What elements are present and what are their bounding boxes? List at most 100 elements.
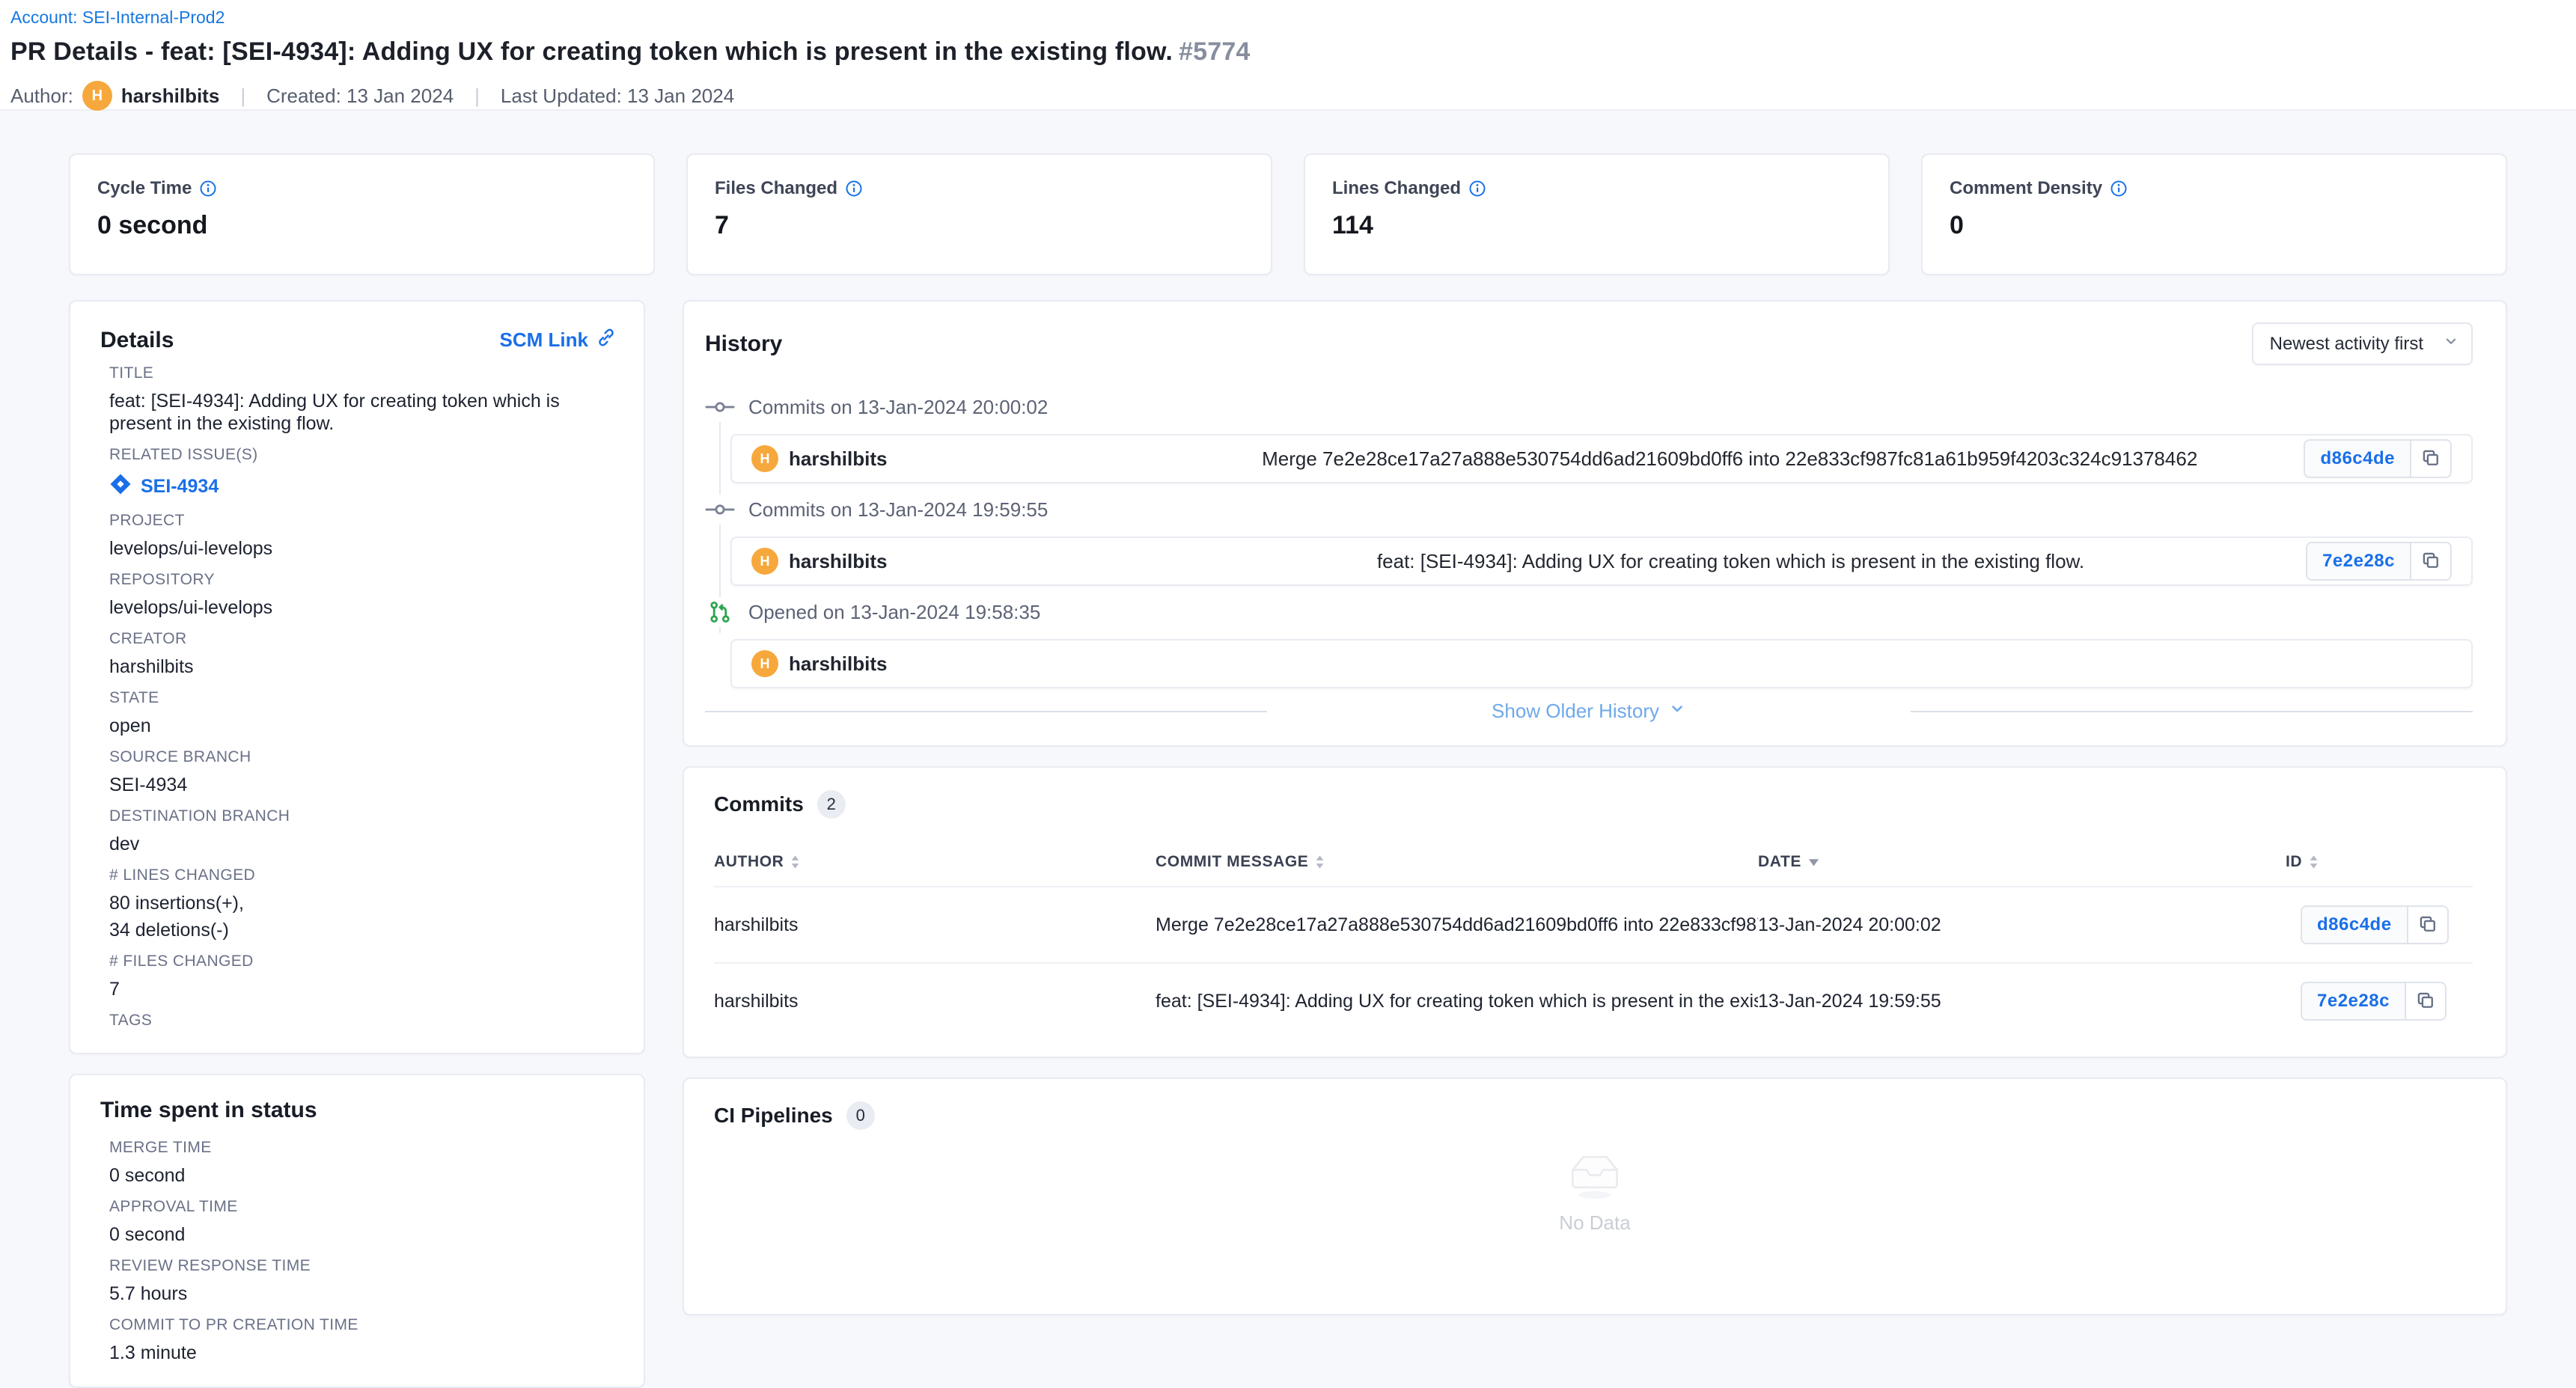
info-icon[interactable] xyxy=(199,180,217,198)
detail-field-project: PROJECT levelops/ui-levelops xyxy=(100,511,617,560)
git-commit-icon xyxy=(705,392,735,422)
detail-field-destination-branch: DESTINATION BRANCH dev xyxy=(100,807,617,855)
commit-hash-group: d86c4de xyxy=(2304,439,2452,478)
copy-icon xyxy=(2415,990,2436,1013)
metric-value: 0 xyxy=(1950,211,2479,240)
copy-icon xyxy=(2417,914,2438,937)
info-icon[interactable] xyxy=(1468,180,1486,198)
show-older-history-label: Show Older History xyxy=(1492,700,1659,723)
sort-icon[interactable] xyxy=(2309,854,2319,869)
scm-link[interactable]: SCM Link xyxy=(500,327,617,353)
copy-icon xyxy=(2420,550,2441,573)
time-field-merge: MERGE TIME 0 second xyxy=(100,1138,617,1187)
copy-button[interactable] xyxy=(2411,542,2452,581)
info-icon[interactable] xyxy=(845,180,863,198)
author-row: Author: H harshilbits | Created: 13 Jan … xyxy=(10,81,2558,111)
show-older-history-button[interactable]: Show Older History xyxy=(1492,700,1686,723)
avatar: H xyxy=(751,445,778,472)
column-header-commit-message[interactable]: COMMIT MESSAGE xyxy=(1156,853,1308,871)
timeline-event-label: Commits on 13-Jan-2024 20:00:02 xyxy=(748,396,1048,419)
page-title: PR Details - feat: [SEI-4934]: Adding UX… xyxy=(10,37,2558,67)
last-updated-date: Last Updated: 13 Jan 2024 xyxy=(501,85,734,108)
divider xyxy=(1911,711,2473,712)
details-heading: Details xyxy=(100,328,174,353)
copy-button[interactable] xyxy=(2408,905,2449,944)
account-link[interactable]: Account: SEI-Internal-Prod2 xyxy=(10,7,225,28)
ci-pipelines-count-badge: 0 xyxy=(846,1101,875,1130)
metric-label: Comment Density xyxy=(1950,178,2102,199)
separator: | xyxy=(240,85,245,108)
timeline-event-label: Opened on 13-Jan-2024 19:58:35 xyxy=(748,601,1040,624)
detail-field-repository: REPOSITORY levelops/ui-levelops xyxy=(100,570,617,619)
details-panel: Details SCM Link TITLE feat: [SEI-4934]:… xyxy=(69,300,645,1054)
commit-hash-chip[interactable]: d86c4de xyxy=(2304,439,2411,478)
no-data-label: No Data xyxy=(1559,1211,1630,1235)
metric-card-cycle-time: Cycle Time 0 second xyxy=(69,153,655,275)
content-area: Cycle Time 0 second Files Changed 7 Line… xyxy=(0,111,2576,1388)
sort-descending-icon[interactable] xyxy=(1808,858,1819,866)
time-spent-panel: Time spent in status MERGE TIME 0 second… xyxy=(69,1074,645,1388)
history-sort-value: Newest activity first xyxy=(2270,334,2423,355)
sort-icon[interactable] xyxy=(1315,854,1325,869)
history-timeline: Commits on 13-Jan-2024 20:00:02 H harshi… xyxy=(705,392,2473,688)
time-spent-heading: Time spent in status xyxy=(100,1098,617,1123)
sort-icon[interactable] xyxy=(790,854,800,869)
commit-row-date: 13-Jan-2024 20:00:02 xyxy=(1758,914,2286,936)
empty-box-icon xyxy=(1557,1142,1632,1204)
time-field-commit-to-pr: COMMIT TO PR CREATION TIME 1.3 minute xyxy=(100,1315,617,1364)
commit-author: harshilbits xyxy=(789,550,887,573)
pull-request-opened-icon xyxy=(705,597,735,627)
timeline-event-opened: Opened on 13-Jan-2024 19:58:35 H harshil… xyxy=(705,597,2473,688)
metric-card-lines-changed: Lines Changed 114 xyxy=(1304,153,1890,275)
time-field-review-response: REVIEW RESPONSE TIME 5.7 hours xyxy=(100,1256,617,1305)
pr-title-text: PR Details - feat: [SEI-4934]: Adding UX… xyxy=(10,37,1173,66)
ci-pipelines-panel: CI Pipelines 0 No Data xyxy=(683,1077,2507,1315)
commit-author: harshilbits xyxy=(789,447,887,471)
chevron-down-icon xyxy=(1668,700,1686,723)
detail-field-tags: TAGS xyxy=(100,1011,617,1030)
column-header-author[interactable]: AUTHOR xyxy=(714,853,784,871)
pr-details-page: Account: SEI-Internal-Prod2 PR Details -… xyxy=(0,0,2576,1388)
separator: | xyxy=(474,85,480,108)
timeline-opened-card: H harshilbits xyxy=(730,639,2473,688)
commit-hash-chip[interactable]: d86c4de xyxy=(2301,905,2408,944)
column-header-id[interactable]: ID xyxy=(2286,853,2302,871)
copy-button[interactable] xyxy=(2406,982,2447,1021)
commits-panel: Commits 2 AUTHOR COMMIT MESSAGE xyxy=(683,766,2507,1058)
scm-link-label: SCM Link xyxy=(500,328,588,352)
commit-hash-chip[interactable]: 7e2e28c xyxy=(2301,982,2406,1021)
issue-type-icon xyxy=(109,473,132,501)
git-commit-icon xyxy=(705,495,735,525)
metric-value: 7 xyxy=(715,211,1244,240)
related-issue-key: SEI-4934 xyxy=(141,476,219,498)
show-older-history-row: Show Older History xyxy=(705,700,2473,723)
metric-label: Cycle Time xyxy=(97,178,192,199)
commits-table: AUTHOR COMMIT MESSAGE DATE xyxy=(714,841,2473,1039)
author-avatar: H xyxy=(82,81,112,111)
avatar: H xyxy=(751,548,778,575)
author-label: Author: xyxy=(10,85,73,108)
commit-table-row: harshilbits feat: [SEI-4934]: Adding UX … xyxy=(714,962,2473,1039)
commits-count-badge: 2 xyxy=(817,790,846,819)
timeline-event-commit-2: Commits on 13-Jan-2024 19:59:55 H harshi… xyxy=(705,495,2473,586)
related-issue-link[interactable]: SEI-4934 xyxy=(109,473,219,501)
detail-field-lines-changed: # LINES CHANGED 80 insertions(+), 34 del… xyxy=(100,866,617,941)
ci-pipelines-heading: CI Pipelines xyxy=(714,1104,833,1128)
metric-cards-row: Cycle Time 0 second Files Changed 7 Line… xyxy=(69,153,2507,275)
history-panel: History Newest activity first Commits on… xyxy=(683,300,2507,747)
commit-hash-group: 7e2e28c xyxy=(2301,982,2447,1021)
commit-row-message: feat: [SEI-4934]: Adding UX for creating… xyxy=(1156,991,1758,1012)
timeline-event-commit-1: Commits on 13-Jan-2024 20:00:02 H harshi… xyxy=(705,392,2473,483)
timeline-commit-card: H harshilbits Merge 7e2e28ce17a27a888e53… xyxy=(730,434,2473,483)
metric-value: 114 xyxy=(1332,211,1861,240)
timeline-commit-card: H harshilbits feat: [SEI-4934]: Adding U… xyxy=(730,536,2473,586)
copy-button[interactable] xyxy=(2411,439,2452,478)
info-icon[interactable] xyxy=(2110,180,2128,198)
commit-row-message: Merge 7e2e28ce17a27a888e530754dd6ad21609… xyxy=(1156,914,1758,936)
column-header-date[interactable]: DATE xyxy=(1758,853,1801,871)
history-sort-dropdown[interactable]: Newest activity first xyxy=(2252,322,2473,365)
metric-card-comment-density: Comment Density 0 xyxy=(1921,153,2507,275)
commit-hash-group: 7e2e28c xyxy=(2306,542,2452,581)
pr-number: #5774 xyxy=(1179,37,1251,66)
commit-hash-chip[interactable]: 7e2e28c xyxy=(2306,542,2411,581)
